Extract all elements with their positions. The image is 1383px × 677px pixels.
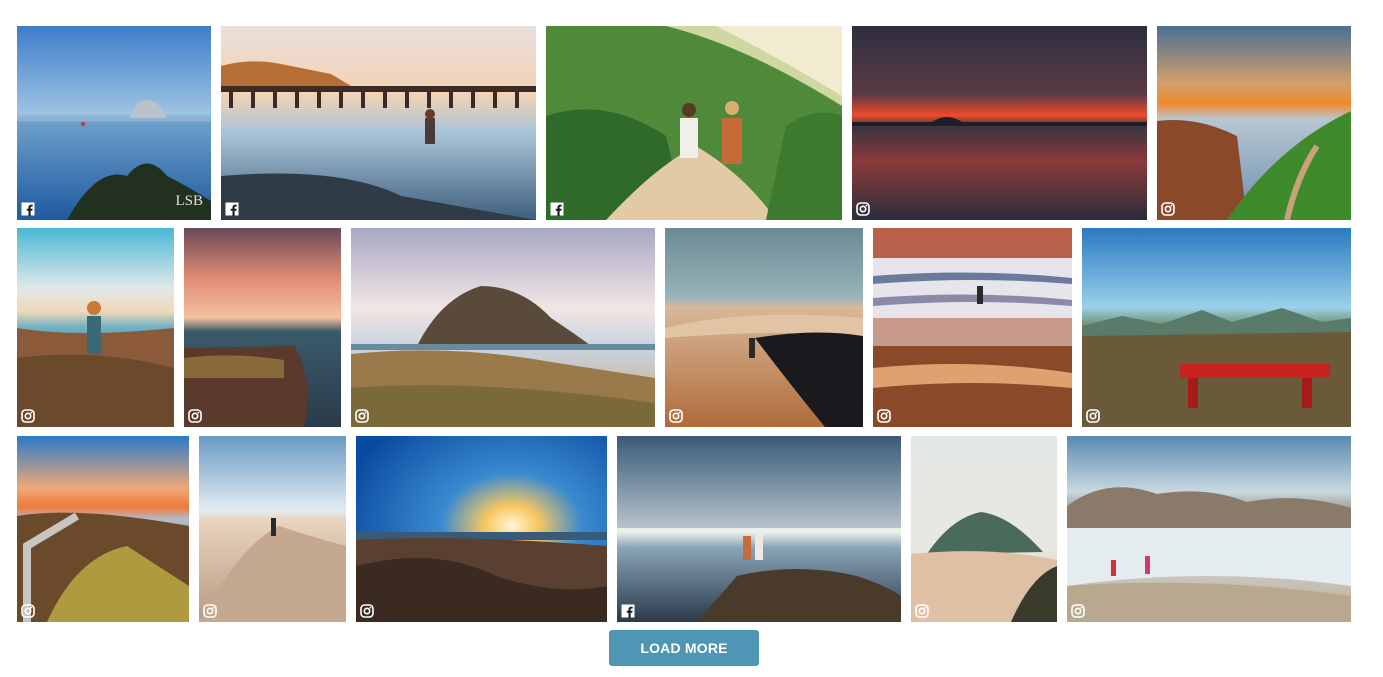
instagram-icon [877, 409, 891, 423]
facebook-icon [550, 202, 564, 216]
instagram-icon [915, 604, 929, 618]
photo-image [911, 436, 1057, 622]
instagram-icon [1086, 409, 1100, 423]
photo-tile[interactable] [199, 436, 346, 622]
photo-tile[interactable]: LSB [17, 26, 211, 220]
photo-image [356, 436, 607, 622]
instagram-icon [203, 604, 217, 618]
instagram-icon [360, 604, 374, 618]
photo-tile[interactable] [221, 26, 536, 220]
facebook-icon [225, 202, 239, 216]
load-more-button[interactable]: LOAD MORE [609, 630, 759, 666]
photo-image [1157, 26, 1351, 220]
photo-tile[interactable] [356, 436, 607, 622]
instagram-icon [21, 409, 35, 423]
photo-image [221, 26, 536, 220]
photo-image [1082, 228, 1351, 427]
instagram-icon [1161, 202, 1175, 216]
photo-image [17, 26, 211, 220]
instagram-icon [21, 604, 35, 618]
photo-tile[interactable] [1067, 436, 1351, 622]
watermark-logo: LSB [175, 193, 203, 209]
photo-tile[interactable] [617, 436, 901, 622]
photo-tile[interactable] [911, 436, 1057, 622]
facebook-icon [621, 604, 635, 618]
photo-tile[interactable] [1082, 228, 1351, 427]
photo-tile[interactable] [665, 228, 863, 427]
photo-image [351, 228, 655, 427]
instagram-icon [188, 409, 202, 423]
photo-image [199, 436, 346, 622]
photo-image [617, 436, 901, 622]
photo-image [665, 228, 863, 427]
instagram-icon [856, 202, 870, 216]
photo-image [546, 26, 842, 220]
photo-tile[interactable] [17, 436, 189, 622]
photo-image [17, 436, 189, 622]
photo-tile[interactable] [17, 228, 174, 427]
photo-image [873, 228, 1072, 427]
photo-image [852, 26, 1147, 220]
photo-tile[interactable] [184, 228, 341, 427]
instagram-icon [355, 409, 369, 423]
photo-tile[interactable] [852, 26, 1147, 220]
instagram-icon [1071, 604, 1085, 618]
photo-image [1067, 436, 1351, 622]
photo-tile[interactable] [1157, 26, 1351, 220]
photo-tile[interactable] [546, 26, 842, 220]
facebook-icon [21, 202, 35, 216]
photo-tile[interactable] [351, 228, 655, 427]
photo-tile[interactable] [873, 228, 1072, 427]
photo-image [17, 228, 174, 427]
photo-image [184, 228, 341, 427]
instagram-icon [669, 409, 683, 423]
